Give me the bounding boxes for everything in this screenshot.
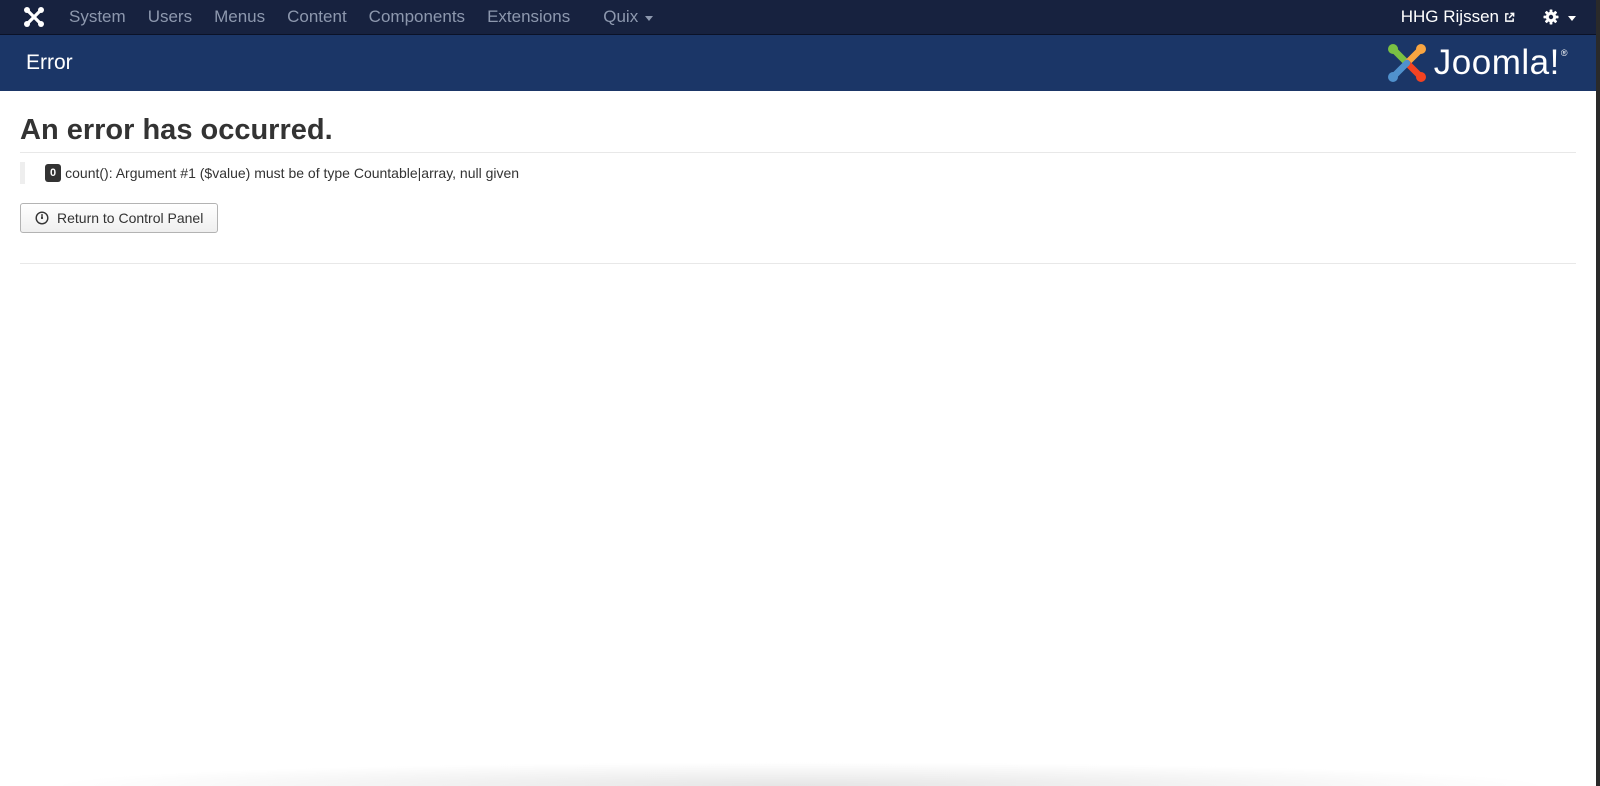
- page-title: Error: [26, 51, 73, 74]
- top-navbar: System Users Menus Content Components Ex…: [0, 0, 1596, 35]
- site-link-label: HHG Rijssen: [1400, 7, 1499, 26]
- divider: [20, 152, 1576, 153]
- gear-icon: [1543, 9, 1559, 25]
- main-menu: System Users Menus Content Components Ex…: [58, 0, 664, 34]
- external-link-icon: [1505, 12, 1515, 22]
- menu-menus[interactable]: Menus: [203, 0, 276, 34]
- joomla-logo-icon: [1387, 44, 1426, 82]
- joomla-icon[interactable]: [22, 6, 46, 28]
- joomla-wordmark-text: Joomla!: [1433, 43, 1560, 82]
- joomla-wordmark: Joomla!®: [1434, 42, 1568, 84]
- menu-quix[interactable]: Quix: [592, 0, 664, 34]
- divider: [20, 263, 1576, 264]
- error-message-text: count(): Argument #1 ($value) must be of…: [65, 165, 520, 181]
- menu-users[interactable]: Users: [137, 0, 203, 34]
- admin-window: System Users Menus Content Components Ex…: [0, 0, 1600, 786]
- main-content: An error has occurred. 0 count(): Argume…: [20, 91, 1576, 264]
- chevron-down-icon: [1568, 15, 1576, 21]
- window-shadow: [40, 762, 1560, 786]
- menu-content[interactable]: Content: [276, 0, 358, 34]
- page-header: Error Joomla!®: [0, 35, 1596, 91]
- site-link[interactable]: HHG Rijssen: [1401, 7, 1515, 27]
- return-to-control-panel-button[interactable]: Return to Control Panel: [20, 203, 219, 233]
- dashboard-icon: [35, 211, 49, 225]
- menu-components[interactable]: Components: [358, 0, 476, 34]
- navbar-right: HHG Rijssen: [1401, 0, 1576, 34]
- menu-system[interactable]: System: [58, 0, 137, 34]
- chevron-down-icon: [645, 15, 654, 21]
- return-button-label: Return to Control Panel: [57, 210, 204, 226]
- error-heading: An error has occurred.: [20, 114, 333, 146]
- menu-quix-label: Quix: [603, 7, 639, 26]
- error-message: 0 count(): Argument #1 ($value) must be …: [20, 162, 1576, 184]
- error-code-badge: 0: [45, 164, 62, 182]
- registered-mark: ®: [1560, 48, 1568, 58]
- menu-extensions[interactable]: Extensions: [476, 0, 581, 34]
- settings-menu[interactable]: [1543, 9, 1576, 25]
- joomla-brand: Joomla!®: [1386, 42, 1568, 84]
